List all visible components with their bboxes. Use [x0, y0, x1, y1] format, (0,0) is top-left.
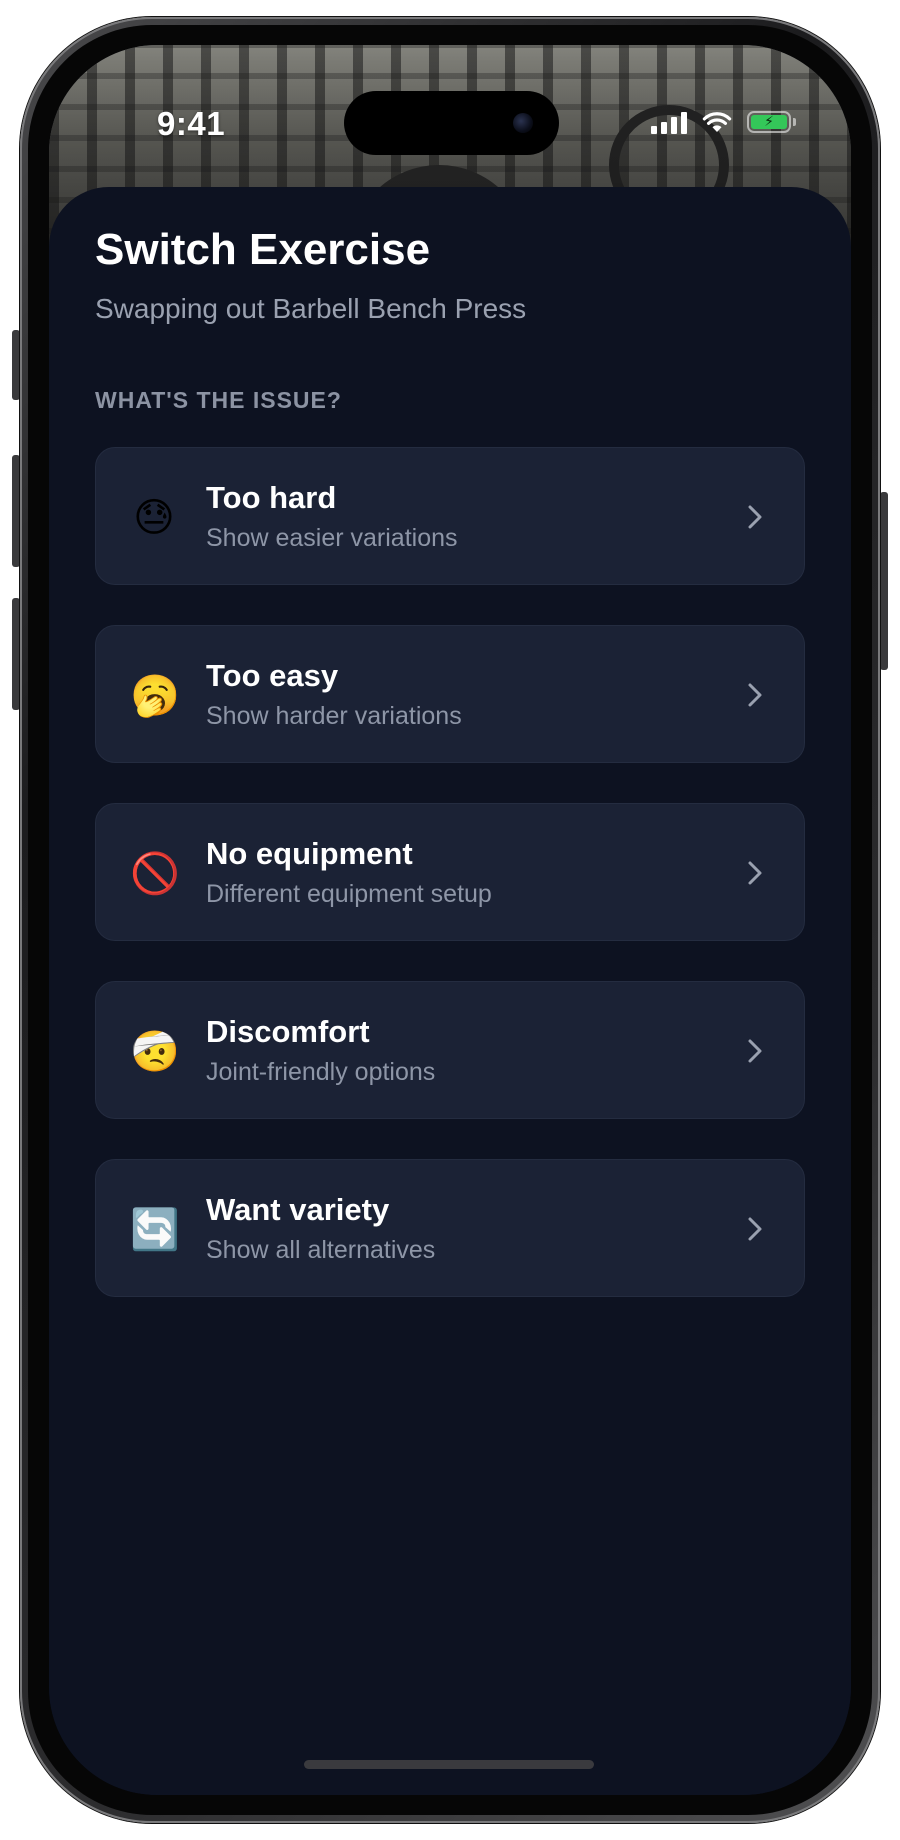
action-button — [12, 330, 20, 400]
volume-up-button — [12, 455, 20, 567]
option-subtitle: Show all alternatives — [206, 1236, 436, 1264]
option-discomfort[interactable]: 🤕 Discomfort Joint-friendly options — [95, 981, 805, 1119]
battery-cap — [793, 118, 796, 126]
signal-icon — [651, 110, 687, 134]
bandaged-face-icon: 🤕 — [130, 1029, 180, 1075]
downcast-sweat-face-icon: 😓 — [133, 495, 175, 541]
chevron-right-icon — [748, 505, 762, 529]
option-subtitle: Show easier variations — [206, 524, 458, 552]
sheet-title: Switch Exercise — [95, 225, 431, 274]
battery-charging-icon: ⚡ — [747, 111, 796, 133]
volume-down-button — [12, 598, 20, 710]
screen: 9:41 ⚡ Switch Exercise Swapping out Barb… — [49, 45, 851, 1795]
option-title: Discomfort — [206, 1014, 370, 1049]
option-subtitle: Different equipment setup — [206, 880, 492, 908]
charging-bolt-icon: ⚡ — [764, 114, 774, 130]
chevron-right-icon — [748, 1217, 762, 1241]
option-subtitle: Show harder variations — [206, 702, 462, 730]
option-title: Too hard — [206, 480, 337, 515]
chevron-right-icon — [748, 861, 762, 885]
status-time: 9:41 — [157, 105, 226, 142]
option-too-hard[interactable]: 😓 Too hard Show easier variations — [95, 447, 805, 585]
yawning-face-icon: 🥱 — [130, 673, 180, 719]
option-title: Too easy — [206, 658, 339, 693]
option-subtitle: Joint-friendly options — [206, 1058, 436, 1086]
phone-body: 9:41 ⚡ Switch Exercise Swapping out Barb… — [20, 17, 880, 1823]
device-frame: 9:41 ⚡ Switch Exercise Swapping out Barb… — [0, 0, 900, 1840]
switch-exercise-sheet: Switch Exercise Swapping out Barbell Ben… — [49, 187, 851, 1795]
option-title: No equipment — [206, 836, 413, 871]
prohibited-icon: 🚫 — [130, 851, 180, 897]
option-want-variety[interactable]: 🔄 Want variety Show all alternatives — [95, 1159, 805, 1297]
option-no-equipment[interactable]: 🚫 No equipment Different equipment setup — [95, 803, 805, 941]
battery-fill: ⚡ — [751, 115, 787, 129]
dynamic-island — [344, 91, 559, 155]
section-label: WHAT'S THE ISSUE? — [95, 387, 342, 413]
refresh-arrows-icon: 🔄 — [130, 1207, 180, 1253]
wifi-icon — [702, 112, 732, 132]
home-indicator[interactable] — [304, 1760, 594, 1769]
chevron-right-icon — [748, 683, 762, 707]
power-button — [880, 492, 888, 670]
chevron-right-icon — [748, 1039, 762, 1063]
status-icons: ⚡ — [651, 107, 796, 137]
option-title: Want variety — [206, 1192, 390, 1227]
option-too-easy[interactable]: 🥱 Too easy Show harder variations — [95, 625, 805, 763]
issue-option-list: 😓 Too hard Show easier variations 🥱 Too … — [95, 447, 805, 1337]
sheet-subtitle: Swapping out Barbell Bench Press — [95, 293, 527, 324]
front-camera-icon — [513, 113, 533, 133]
